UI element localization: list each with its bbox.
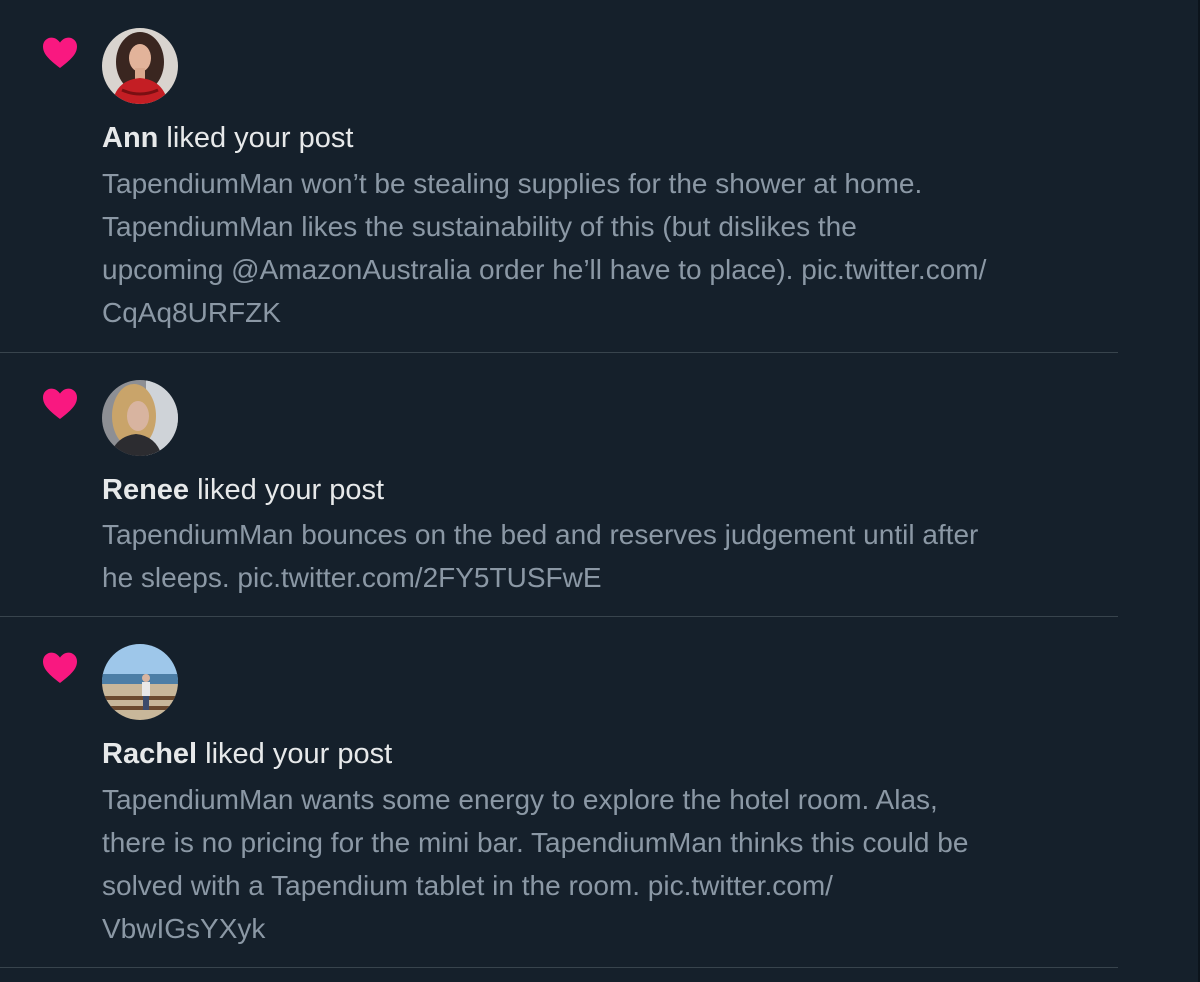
post-text[interactable]: TapendiumMan wants some energy to explor…: [102, 778, 1112, 950]
post-text-line: solved with a Tapendium tablet in the ro…: [102, 870, 833, 901]
heart-icon: [43, 652, 77, 683]
user-name[interactable]: Renee: [102, 474, 189, 506]
divider: [0, 967, 1118, 968]
notification-item[interactable]: Rachel liked your post TapendiumMan want…: [0, 617, 1118, 967]
heart-icon: [43, 388, 77, 419]
notification-title: Ann liked your post: [102, 120, 353, 156]
user-name[interactable]: Ann: [102, 122, 158, 154]
post-text-line: TapendiumMan likes the sustainability of…: [102, 211, 857, 242]
notification-item[interactable]: Ann liked your post TapendiumMan won’t b…: [0, 0, 1118, 352]
notifications-feed: Ann liked your post TapendiumMan won’t b…: [0, 0, 1200, 982]
user-name[interactable]: Rachel: [102, 738, 197, 770]
post-text-line: upcoming @AmazonAustralia order he’ll ha…: [102, 254, 987, 285]
avatar[interactable]: [102, 644, 178, 720]
post-text-line: TapendiumMan won’t be stealing supplies …: [102, 168, 923, 199]
post-text[interactable]: TapendiumMan won’t be stealing supplies …: [102, 162, 1112, 334]
notification-title: Rachel liked your post: [102, 736, 392, 772]
action-text: liked your post: [189, 474, 385, 506]
action-text: liked your post: [197, 738, 393, 770]
post-text-line: TapendiumMan wants some energy to explor…: [102, 784, 938, 815]
post-text-line: TapendiumMan bounces on the bed and rese…: [102, 519, 979, 550]
avatar[interactable]: [102, 28, 178, 104]
notification-item[interactable]: Renee liked your post TapendiumMan bounc…: [0, 353, 1118, 616]
heart-icon: [43, 37, 77, 68]
avatar[interactable]: [102, 380, 178, 456]
post-text-line: he sleeps. pic.twitter.com/2FY5TUSFwE: [102, 562, 602, 593]
post-text-line: CqAq8URFZK: [102, 297, 281, 328]
post-text[interactable]: TapendiumMan bounces on the bed and rese…: [102, 513, 1112, 599]
notification-title: Renee liked your post: [102, 472, 384, 508]
post-text-line: there is no pricing for the mini bar. Ta…: [102, 827, 969, 858]
action-text: liked your post: [158, 122, 354, 154]
post-text-line: VbwIGsYXyk: [102, 913, 266, 944]
